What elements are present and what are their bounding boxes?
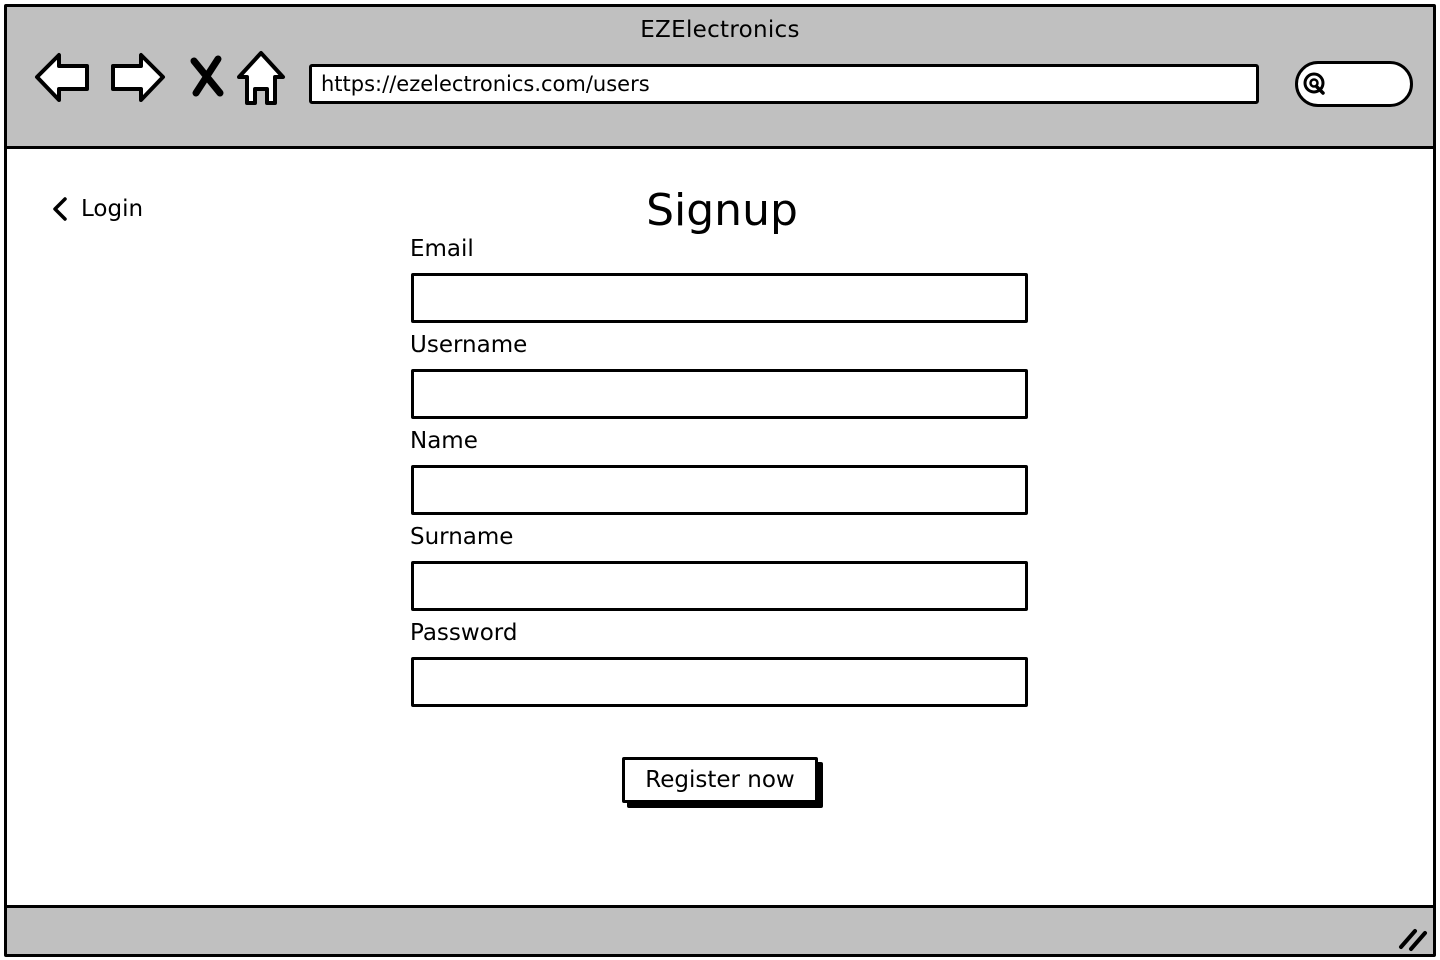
page-title: Signup — [646, 185, 798, 236]
home-icon[interactable] — [229, 45, 293, 109]
password-label: Password — [410, 620, 518, 646]
address-bar[interactable]: https://ezelectronics.com/users — [309, 64, 1259, 104]
search-input[interactable] — [1295, 61, 1413, 107]
status-bar — [7, 905, 1433, 954]
browser-toolbar: EZElectronics https://ezelectronics.com/… — [7, 7, 1433, 149]
surname-field[interactable] — [411, 561, 1028, 611]
surname-label: Surname — [410, 524, 514, 550]
search-icon — [1303, 72, 1325, 95]
email-field[interactable] — [411, 273, 1028, 323]
forward-arrow-icon[interactable] — [105, 45, 169, 109]
back-arrow-icon[interactable] — [31, 45, 95, 109]
email-label: Email — [410, 236, 474, 262]
window-title: EZElectronics — [640, 17, 800, 43]
name-field[interactable] — [411, 465, 1028, 515]
password-field[interactable] — [411, 657, 1028, 707]
resize-grip-icon[interactable] — [1395, 923, 1429, 953]
name-label: Name — [410, 428, 478, 454]
register-now-button[interactable]: Register now — [622, 757, 818, 803]
username-label: Username — [410, 332, 528, 358]
browser-window: EZElectronics https://ezelectronics.com/… — [4, 4, 1436, 957]
username-field[interactable] — [411, 369, 1028, 419]
